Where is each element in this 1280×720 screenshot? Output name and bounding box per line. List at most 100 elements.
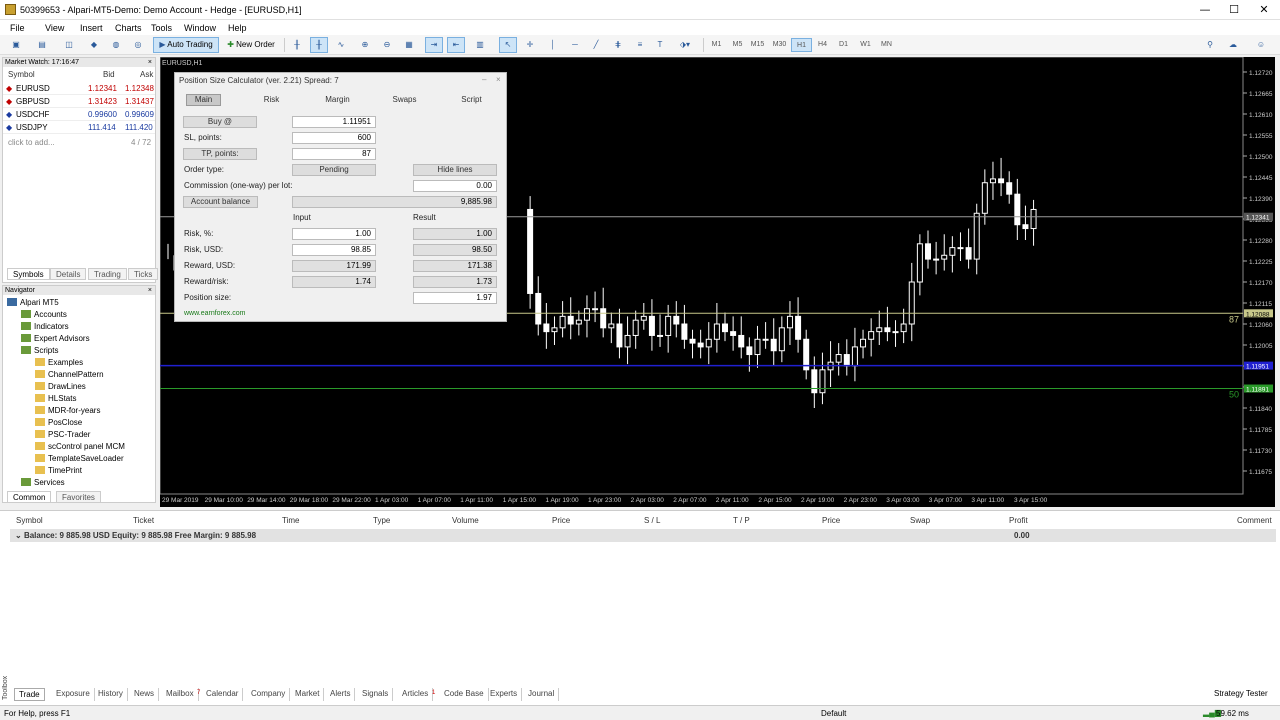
tp-button[interactable]: TP, points: — [183, 148, 257, 160]
tab-script[interactable]: Script — [454, 94, 489, 106]
menu-window[interactable]: Window — [184, 23, 216, 33]
tf-mn[interactable]: MN — [876, 38, 897, 52]
col-symbol[interactable]: Symbol — [8, 70, 35, 79]
market-watch-row[interactable]: ◆ USDJPY 111.414 111.420 — [3, 121, 155, 134]
shapes-icon[interactable]: ⬗▾ — [673, 37, 697, 53]
market-watch-icon[interactable]: ◫ — [60, 37, 78, 53]
market-watch-row[interactable]: ◆ USDCHF 0.99600 0.99609 — [3, 108, 155, 121]
candlestick-icon[interactable]: ╫ — [310, 37, 328, 53]
navigator-item[interactable]: Scripts — [21, 345, 58, 357]
col-ticket[interactable]: Ticket — [133, 516, 154, 525]
menu-insert[interactable]: Insert — [80, 23, 103, 33]
tab-ticks[interactable]: Ticks — [128, 268, 159, 280]
tf-m30[interactable]: M30 — [769, 38, 790, 52]
navigator-item[interactable]: scControl panel MCM — [35, 441, 125, 453]
tab-news[interactable]: News — [130, 688, 160, 701]
col-volume[interactable]: Volume — [452, 516, 479, 525]
navigator-item[interactable]: HLStats — [35, 393, 76, 405]
autoscroll-icon[interactable]: ⇥ — [425, 37, 443, 53]
new-chart-icon[interactable]: ▣ — [6, 37, 26, 53]
col-comment[interactable]: Comment — [1237, 516, 1272, 525]
col-profit[interactable]: Profit — [1009, 516, 1028, 525]
new-order-button[interactable]: ✚ New Order — [222, 37, 280, 53]
minimize-icon[interactable]: – — [482, 75, 486, 84]
menu-charts[interactable]: Charts — [115, 23, 142, 33]
position-size-calculator[interactable]: Position Size Calculator (ver. 2.21) Spr… — [174, 72, 507, 322]
navigator-item[interactable]: DrawLines — [35, 381, 86, 393]
risk-pct-input[interactable]: 1.00 — [292, 228, 376, 240]
tab-favorites[interactable]: Favorites — [56, 491, 101, 503]
close-button[interactable]: ✕ — [1249, 2, 1279, 18]
tab-journal[interactable]: Journal — [524, 688, 560, 701]
tab-trading[interactable]: Trading — [88, 268, 127, 280]
navigator-item[interactable]: Accounts — [21, 309, 67, 321]
tab-market[interactable]: Market — [291, 688, 325, 701]
chat-icon[interactable]: ☁ — [1224, 37, 1242, 53]
line-chart-icon[interactable]: ∿ — [332, 37, 350, 53]
tf-w1[interactable]: W1 — [855, 38, 876, 52]
tab-exposure[interactable]: Exposure — [52, 688, 95, 701]
col-swap[interactable]: Swap — [910, 516, 930, 525]
market-watch-row[interactable]: ◆ GBPUSD 1.31423 1.31437 — [3, 95, 155, 108]
balance-row[interactable]: ⌄ Balance: 9 885.98 USD Equity: 9 885.98… — [10, 529, 1276, 542]
trendline-icon[interactable]: ╱ — [588, 37, 604, 53]
commission-input[interactable]: 0.00 — [413, 180, 497, 192]
tab-signals[interactable]: Signals — [358, 688, 394, 701]
tab-main[interactable]: Main — [186, 94, 221, 106]
col-sl[interactable]: S / L — [644, 516, 660, 525]
navigator-item[interactable]: PSC-Trader — [35, 429, 90, 441]
close-icon[interactable]: × — [148, 286, 152, 295]
col-price-current[interactable]: Price — [822, 516, 840, 525]
tab-risk[interactable]: Risk — [255, 94, 288, 106]
tf-d1[interactable]: D1 — [833, 38, 854, 52]
cursor-icon[interactable]: ↖ — [499, 37, 517, 53]
tab-calendar[interactable]: Calendar — [202, 688, 244, 701]
sl-input[interactable]: 600 — [292, 132, 376, 144]
tf-m1[interactable]: M1 — [706, 38, 727, 52]
click-to-add[interactable]: click to add... — [8, 138, 55, 147]
navigator-item[interactable]: Expert Advisors — [21, 333, 90, 345]
strategy-tester-tab[interactable]: Strategy Tester — [1214, 689, 1268, 698]
position-size-value[interactable]: 1.97 — [413, 292, 497, 304]
col-price[interactable]: Price — [552, 516, 570, 525]
zoom-out-icon[interactable]: ⊖ — [378, 37, 396, 53]
tab-mailbox[interactable]: Mailbox — [162, 688, 199, 701]
tab-company[interactable]: Company — [247, 688, 291, 701]
tab-trade[interactable]: Trade — [14, 688, 45, 701]
indicators-icon[interactable]: ▥ — [471, 37, 489, 53]
tab-swaps[interactable]: Swaps — [387, 94, 422, 106]
menu-tools[interactable]: Tools — [151, 23, 172, 33]
tp-input[interactable]: 87 — [292, 148, 376, 160]
buy-button[interactable]: Buy @ — [183, 116, 257, 128]
navigator-icon[interactable]: ◆ — [86, 37, 102, 53]
account-icon[interactable]: ☺ — [1252, 37, 1270, 53]
zoom-in-icon[interactable]: ⊕ — [356, 37, 374, 53]
market-watch-row[interactable]: ◆ EURUSD 1.12341 1.12348 — [3, 82, 155, 95]
bar-chart-icon[interactable]: ╫ — [288, 37, 306, 53]
vertical-line-icon[interactable]: │ — [546, 37, 560, 53]
menu-help[interactable]: Help — [228, 23, 247, 33]
col-tp[interactable]: T / P — [733, 516, 750, 525]
tf-m15[interactable]: M15 — [747, 38, 768, 52]
menu-file[interactable]: File — [10, 23, 25, 33]
navigator-item[interactable]: Indicators — [21, 321, 69, 333]
chart-shift-icon[interactable]: ⇤ — [447, 37, 465, 53]
auto-trading-button[interactable]: ▶ Auto Trading — [153, 37, 219, 53]
tab-history[interactable]: History — [94, 688, 128, 701]
channel-icon[interactable]: ⋕ — [609, 37, 627, 53]
tf-h1[interactable]: H1 — [791, 38, 812, 52]
navigator-item[interactable]: PosClose — [35, 417, 82, 429]
navigator-item[interactable]: MDR-for-years — [35, 405, 100, 417]
search-icon[interactable]: ⚲ — [1203, 37, 1217, 53]
collapse-icon[interactable]: ⌄ — [15, 531, 24, 540]
col-symbol[interactable]: Symbol — [16, 516, 43, 525]
tile-windows-icon[interactable]: ▦ — [400, 37, 418, 53]
col-ask[interactable]: Ask — [140, 70, 153, 79]
risk-usd-input[interactable]: 98.85 — [292, 244, 376, 256]
earnforex-link[interactable]: www.earnforex.com — [184, 310, 245, 317]
account-balance-button[interactable]: Account balance — [183, 196, 258, 208]
minimize-button[interactable]: — — [1190, 2, 1220, 18]
close-icon[interactable]: × — [496, 75, 501, 84]
maximize-button[interactable]: ☐ — [1219, 2, 1249, 18]
tab-code-base[interactable]: Code Base — [440, 688, 489, 701]
